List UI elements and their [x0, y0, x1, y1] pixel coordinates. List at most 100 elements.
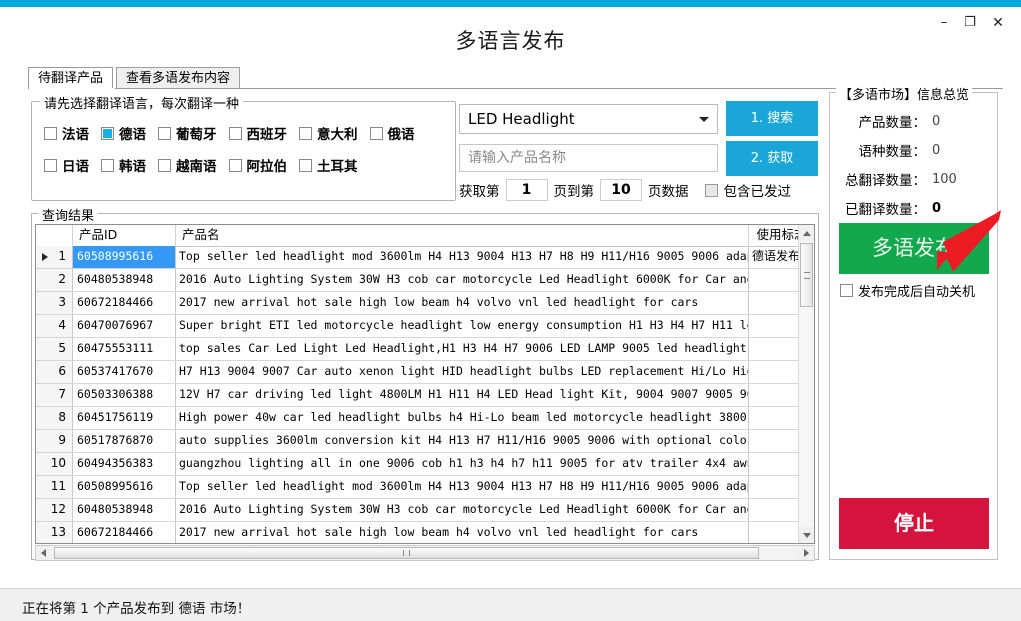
language-checkbox-korean[interactable]: 韩语 — [101, 155, 146, 175]
checkbox-icon[interactable] — [840, 284, 853, 297]
fetch-button[interactable]: 2. 获取 — [726, 141, 818, 176]
language-checkbox-russian[interactable]: 俄语 — [369, 123, 415, 143]
checkbox-checked-icon[interactable] — [101, 126, 114, 140]
table-row[interactable]: 1 60508995616 Top seller led headlight mod… — [36, 246, 814, 269]
table-row[interactable]: 4 60470076967 Super bright ETI led motorcy… — [36, 315, 814, 338]
table-row-number[interactable]: 9 — [36, 430, 73, 452]
language-checkbox-turkish[interactable]: 土耳其 — [299, 155, 358, 175]
table-row-number[interactable]: 12 — [36, 499, 73, 521]
close-button[interactable]: ✕ — [987, 13, 1009, 33]
cell-product-name[interactable]: High power 40w car led headlight bulbs h… — [176, 407, 749, 429]
product-name-input[interactable]: 请输入产品名称 — [459, 144, 718, 172]
cell-product-id[interactable]: 60508995616 — [73, 246, 176, 268]
checkbox-icon[interactable] — [228, 126, 242, 140]
search-button[interactable]: 1. 搜索 — [726, 101, 818, 136]
table-row-number[interactable]: 4 — [36, 315, 73, 337]
cell-product-name[interactable]: 2017 new arrival hot sale high low beam … — [176, 522, 749, 543]
vertical-scroll-thumb[interactable] — [800, 243, 813, 307]
cell-product-name[interactable]: Top seller led headlight mod 3600lm H4 H… — [176, 476, 749, 498]
table-row-number[interactable]: 3 — [36, 292, 73, 314]
page-from-input[interactable]: 1 — [505, 179, 548, 201]
language-checkbox-japanese[interactable]: 日语 — [44, 155, 89, 175]
table-row-number[interactable]: 10 — [36, 453, 73, 475]
checkbox-icon[interactable] — [228, 158, 242, 172]
table-row[interactable]: 13 60672184466 2017 new arrival hot sale h… — [36, 522, 814, 543]
cell-product-id[interactable]: 60475553111 — [73, 338, 176, 360]
table-row-number[interactable]: 2 — [36, 269, 73, 291]
tab-pending-products[interactable]: 待翻译产品 — [28, 67, 114, 88]
cell-product-id[interactable]: 60672184466 — [73, 292, 176, 314]
cell-product-id[interactable]: 60480538948 — [73, 269, 176, 291]
cell-product-name[interactable]: top sales Car Led Light Led Headlight,H1… — [176, 338, 749, 360]
checkbox-icon[interactable] — [44, 158, 57, 172]
cell-product-name[interactable]: 2016 Auto Lighting System 30W H3 cob car… — [176, 269, 749, 291]
cell-product-name[interactable]: 2016 Auto Lighting System 30W H3 cob car… — [176, 499, 749, 521]
scroll-left-icon[interactable] — [36, 546, 52, 560]
table-row[interactable]: 6 60537417670 H7 H13 9004 9007 Car auto xe… — [36, 361, 814, 384]
table-row[interactable]: 11 60508995616 Top seller led headlight mo… — [36, 476, 814, 499]
table-row-number[interactable]: 11 — [36, 476, 73, 498]
language-checkbox-arabic[interactable]: 阿拉伯 — [228, 155, 287, 175]
cell-product-name[interactable]: 2017 new arrival hot sale high low beam … — [176, 292, 749, 314]
maximize-button[interactable]: ❐ — [959, 13, 981, 33]
checkbox-icon[interactable] — [299, 158, 312, 172]
keyword-combobox[interactable]: LED Headlight — [459, 104, 718, 134]
language-checkbox-portuguese[interactable]: 葡萄牙 — [158, 123, 217, 143]
cell-product-name[interactable]: guangzhou lighting all in one 9006 cob h… — [176, 453, 749, 475]
cell-product-name[interactable]: Top seller led headlight mod 3600lm H4 H… — [176, 246, 749, 268]
cell-product-id[interactable]: 60451756119 — [73, 407, 176, 429]
checkbox-icon[interactable] — [158, 126, 171, 140]
multilang-publish-button[interactable]: 多语发布 — [839, 223, 989, 274]
checkbox-icon[interactable] — [101, 158, 114, 172]
table-row-number[interactable]: 1 — [36, 246, 73, 268]
page-to-input[interactable]: 10 — [600, 179, 642, 201]
results-table[interactable]: 产品ID 产品名 使用标志 1 60508995616 Top seller led… — [35, 224, 815, 544]
table-row[interactable]: 10 60494356383 guangzhou lighting all in o… — [36, 453, 814, 476]
table-row-number[interactable]: 5 — [36, 338, 73, 360]
minimize-button[interactable]: – — [933, 13, 955, 33]
cell-product-id[interactable]: 60537417670 — [73, 361, 176, 383]
stop-button[interactable]: 停止 — [839, 498, 989, 549]
table-vertical-scrollbar[interactable] — [798, 225, 814, 543]
language-checkbox-italian[interactable]: 意大利 — [299, 123, 358, 143]
cell-product-id[interactable]: 60672184466 — [73, 522, 176, 543]
table-row[interactable]: 8 60451756119 High power 40w car led headl… — [36, 407, 814, 430]
include-published-checkbox[interactable]: 包含已发过 — [704, 180, 791, 200]
table-header-product-id[interactable]: 产品ID — [73, 225, 176, 246]
cell-product-name[interactable]: 12V H7 car driving led light 4800LM H1 H… — [176, 384, 749, 406]
cell-product-id[interactable]: 60508995616 — [73, 476, 176, 498]
checkbox-icon[interactable] — [369, 126, 383, 140]
cell-product-id[interactable]: 60480538948 — [73, 499, 176, 521]
cell-product-id[interactable]: 60494356383 — [73, 453, 176, 475]
table-row-number[interactable]: 13 — [36, 522, 73, 543]
auto-shutdown-checkbox[interactable]: 发布完成后自动关机 — [840, 281, 995, 300]
table-header-product-name[interactable]: 产品名 — [176, 225, 749, 246]
scroll-right-icon[interactable] — [798, 546, 814, 560]
chevron-down-icon[interactable] — [699, 117, 709, 122]
cell-product-id[interactable]: 60517876870 — [73, 430, 176, 452]
checkbox-icon[interactable] — [158, 158, 171, 172]
table-row[interactable]: 9 60517876870 auto supplies 3600lm convers… — [36, 430, 814, 453]
language-checkbox-spanish[interactable]: 西班牙 — [228, 123, 287, 143]
table-row[interactable]: 5 60475553111 top sales Car Led Light Led … — [36, 338, 814, 361]
table-row[interactable]: 2 60480538948 2016 Auto Lighting System 30… — [36, 269, 814, 292]
checkbox-icon[interactable] — [704, 183, 718, 197]
scroll-down-icon[interactable] — [799, 527, 814, 543]
checkbox-icon[interactable] — [44, 126, 57, 140]
language-checkbox-vietnamese[interactable]: 越南语 — [158, 155, 217, 175]
language-checkbox-german[interactable]: 德语 — [101, 123, 146, 143]
language-checkbox-french[interactable]: 法语 — [44, 123, 89, 143]
cell-product-id[interactable]: 60503306388 — [73, 384, 176, 406]
cell-product-name[interactable]: H7 H13 9004 9007 Car auto xenon light HI… — [176, 361, 749, 383]
table-row-number[interactable]: 8 — [36, 407, 73, 429]
cell-product-name[interactable]: auto supplies 3600lm conversion kit H4 H… — [176, 430, 749, 452]
table-row[interactable]: 3 60672184466 2017 new arrival hot sale hi… — [36, 292, 814, 315]
table-row[interactable]: 7 60503306388 12V H7 car driving led light… — [36, 384, 814, 407]
table-horizontal-scrollbar[interactable] — [35, 545, 815, 561]
table-row-number[interactable]: 7 — [36, 384, 73, 406]
scroll-up-icon[interactable] — [799, 225, 814, 241]
horizontal-scroll-thumb[interactable] — [54, 547, 759, 559]
tab-view-published[interactable]: 查看多语发布内容 — [116, 67, 241, 88]
cell-product-name[interactable]: Super bright ETI led motorcycle headligh… — [176, 315, 749, 337]
cell-product-id[interactable]: 60470076967 — [73, 315, 176, 337]
